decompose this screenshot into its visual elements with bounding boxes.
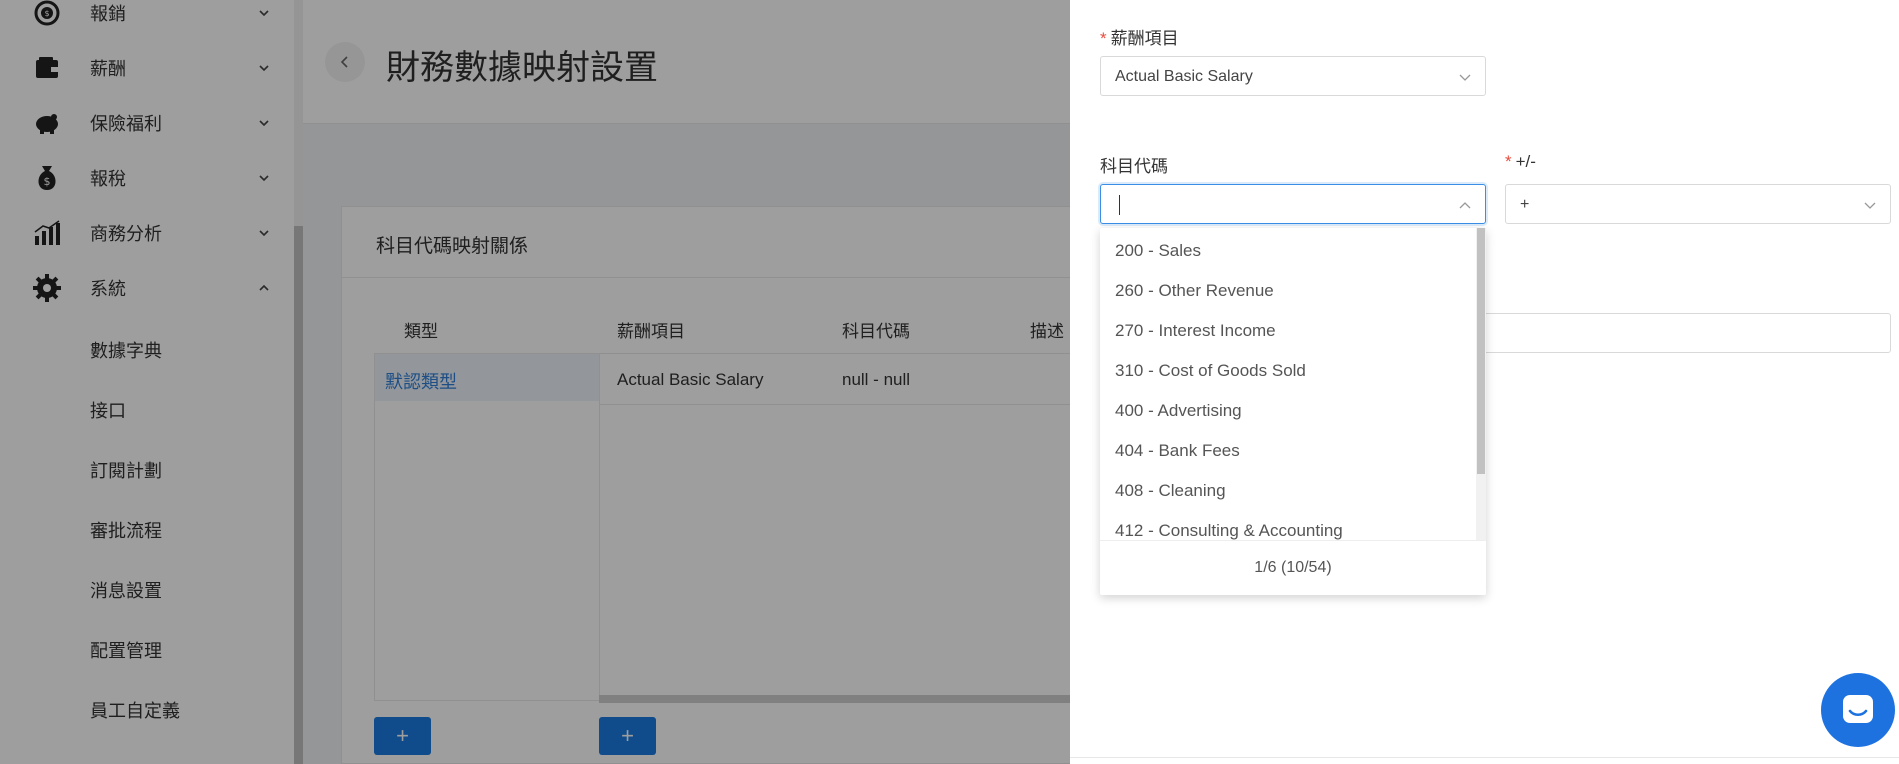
text-cursor — [1119, 195, 1120, 215]
account-code-label: 科目代碼 — [1100, 157, 1168, 176]
account-code-dropdown: 200 - Sales 260 - Other Revenue 270 - In… — [1100, 228, 1486, 595]
dropdown-option[interactable]: 408 - Cleaning — [1115, 481, 1226, 501]
dropdown-option[interactable]: 412 - Consulting & Accounting — [1115, 521, 1343, 541]
dropdown-option[interactable]: 404 - Bank Fees — [1115, 441, 1240, 461]
dropdown-option[interactable]: 310 - Cost of Goods Sold — [1115, 361, 1306, 381]
required-mark: * — [1100, 29, 1107, 48]
required-mark: * — [1505, 152, 1512, 171]
salary-item-label: * 薪酬項目 — [1100, 29, 1179, 48]
pagination-text: 1/6 (10/54) — [1254, 559, 1332, 576]
drawer-footer-divider — [1070, 757, 1899, 758]
account-code-select[interactable] — [1100, 184, 1486, 224]
dropdown-option[interactable]: 270 - Interest Income — [1115, 321, 1276, 341]
sign-value: + — [1520, 196, 1530, 213]
chevron-down-icon — [1864, 202, 1876, 209]
salary-item-select[interactable]: Actual Basic Salary — [1100, 56, 1486, 96]
chat-launcher-button[interactable] — [1821, 673, 1895, 747]
salary-item-value: Actual Basic Salary — [1115, 68, 1253, 85]
dropdown-option[interactable]: 400 - Advertising — [1115, 401, 1242, 421]
chevron-up-icon — [1459, 202, 1471, 209]
dropdown-option[interactable]: 200 - Sales — [1115, 241, 1201, 261]
chat-icon — [1843, 695, 1873, 723]
sign-select[interactable]: + — [1505, 184, 1891, 224]
dropdown-scrollbar-thumb[interactable] — [1477, 228, 1485, 474]
sign-label: * +/- — [1505, 152, 1536, 171]
dropdown-option[interactable]: 260 - Other Revenue — [1115, 281, 1274, 301]
chevron-down-icon — [1459, 74, 1471, 81]
dropdown-pagination: 1/6 (10/54) — [1100, 540, 1486, 595]
